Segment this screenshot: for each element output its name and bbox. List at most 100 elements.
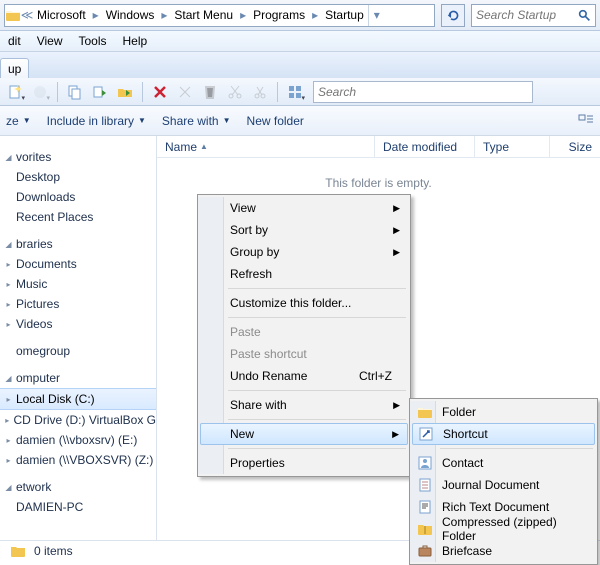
command-bar: ze▼ Include in library▼ Share with▼ New …: [0, 106, 600, 136]
menu-separator: [228, 288, 406, 289]
toolbar-search[interactable]: [313, 81, 533, 103]
menu-item-label: Rich Text Document: [442, 500, 549, 514]
submenu-arrow-icon: ▶: [392, 429, 399, 440]
sidebar-item-pictures[interactable]: ▸Pictures: [0, 294, 156, 314]
menu-item-view[interactable]: View▶: [200, 197, 408, 219]
tool-cut2: [224, 81, 246, 103]
col-size[interactable]: Size: [550, 136, 600, 157]
menu-item-label: Folder: [442, 405, 476, 419]
address-dropdown[interactable]: ▾: [368, 5, 385, 26]
menu-item-folder[interactable]: Folder: [412, 401, 595, 423]
sidebar-item-network-e[interactable]: ▸damien (\\vboxsrv) (E:): [0, 430, 156, 450]
menu-item-new[interactable]: New▶: [200, 423, 408, 445]
tool-macro: ▾: [29, 81, 51, 103]
sidebar-group-homegroup[interactable]: omegroup: [0, 334, 156, 361]
shortcut-label: Ctrl+Z: [359, 369, 392, 383]
menu-item-shortcut[interactable]: Shortcut: [412, 423, 595, 445]
sidebar-item-music[interactable]: ▸Music: [0, 274, 156, 294]
breadcrumb-item[interactable]: Start Menu: [170, 5, 237, 26]
address-bar: ≪ Microsoft ▸ Windows ▸ Start Menu ▸ Pro…: [0, 0, 600, 31]
tool-delete[interactable]: [149, 81, 171, 103]
menu-item-label: Contact: [442, 456, 483, 470]
search-box[interactable]: [471, 4, 596, 27]
tool-shred: [199, 81, 221, 103]
column-headers[interactable]: Name▲ Date modified Type Size: [157, 136, 600, 158]
menu-view[interactable]: View: [29, 31, 71, 51]
sidebar-item-network-z[interactable]: ▸damien (\\VBOXSVR) (Z:): [0, 450, 156, 470]
sidebar-item-documents[interactable]: ▸Documents: [0, 254, 156, 274]
tool-copyto[interactable]: [89, 81, 111, 103]
sidebar-item-recent[interactable]: Recent Places: [0, 207, 156, 227]
refresh-button[interactable]: [441, 4, 465, 27]
sidebar-item-local-disk[interactable]: ▸Local Disk (C:): [0, 388, 156, 410]
sidebar-group-libraries[interactable]: ◢braries: [0, 227, 156, 254]
menu-edit[interactable]: dit: [0, 31, 29, 51]
menu-item-properties[interactable]: Properties: [200, 452, 408, 474]
chevron-left-icon[interactable]: ≪: [21, 5, 33, 26]
view-mode-button[interactable]: [578, 114, 594, 128]
journal-icon: [417, 477, 433, 493]
shortcut-icon: [418, 426, 434, 442]
menu-separator: [228, 390, 406, 391]
toolbar-search-input[interactable]: [318, 85, 528, 99]
sidebar-item-desktop[interactable]: Desktop: [0, 167, 156, 187]
search-icon: [578, 9, 591, 22]
menu-item-label: Shortcut: [443, 427, 488, 441]
sidebar-item-downloads[interactable]: Downloads: [0, 187, 156, 207]
sidebar-item-pc[interactable]: DAMIEN-PC: [0, 497, 156, 517]
submenu-arrow-icon: ▶: [393, 400, 400, 411]
col-name[interactable]: Name▲: [157, 136, 375, 157]
tab-startup[interactable]: up: [0, 58, 29, 78]
sidebar-item-cd-drive[interactable]: ▸CD Drive (D:) VirtualBox G: [0, 410, 156, 430]
tab-strip: up: [0, 52, 600, 78]
menu-item-sort-by[interactable]: Sort by▶: [200, 219, 408, 241]
menu-help[interactable]: Help: [115, 31, 156, 51]
tool-moveto[interactable]: [114, 81, 136, 103]
menu-tools[interactable]: Tools: [70, 31, 114, 51]
menu-item-group-by[interactable]: Group by▶: [200, 241, 408, 263]
cmd-organize[interactable]: ze▼: [6, 114, 31, 128]
breadcrumb-item[interactable]: Programs: [249, 5, 309, 26]
search-input[interactable]: [476, 8, 574, 22]
menu-item-journal-document[interactable]: Journal Document: [412, 474, 595, 496]
sidebar-group-network[interactable]: ◢etwork: [0, 470, 156, 497]
menu-item-briefcase[interactable]: Briefcase: [412, 540, 595, 562]
briefcase-icon: [417, 543, 433, 559]
chevron-right-icon[interactable]: ▸: [90, 5, 102, 26]
breadcrumb-item[interactable]: Startup: [321, 5, 368, 26]
cmd-share-with[interactable]: Share with▼: [162, 114, 231, 128]
sidebar-group-favorites[interactable]: ◢vorites: [0, 140, 156, 167]
breadcrumb-item[interactable]: Windows: [102, 5, 159, 26]
cmd-include-library[interactable]: Include in library▼: [47, 114, 146, 128]
folder-icon: [10, 543, 26, 559]
col-date[interactable]: Date modified: [375, 136, 475, 157]
breadcrumb-box[interactable]: ≪ Microsoft ▸ Windows ▸ Start Menu ▸ Pro…: [4, 4, 435, 27]
chevron-right-icon[interactable]: ▸: [237, 5, 249, 26]
menu-item-customize-this-folder-[interactable]: Customize this folder...: [200, 292, 408, 314]
col-type[interactable]: Type: [475, 136, 550, 157]
tool-new[interactable]: ▾: [4, 81, 26, 103]
sidebar-group-computer[interactable]: ◢omputer: [0, 361, 156, 388]
sidebar-item-videos[interactable]: ▸Videos: [0, 314, 156, 334]
breadcrumb-item[interactable]: Microsoft: [33, 5, 90, 26]
cmd-new-folder[interactable]: New folder: [247, 114, 304, 128]
menu-item-contact[interactable]: Contact: [412, 452, 595, 474]
folder-icon: [5, 5, 21, 26]
menu-item-compressed-zipped-folder[interactable]: Compressed (zipped) Folder: [412, 518, 595, 540]
submenu-arrow-icon: ▶: [393, 225, 400, 236]
chevron-right-icon[interactable]: ▸: [309, 5, 321, 26]
context-menu[interactable]: View▶Sort by▶Group by▶Refresh Customize t…: [197, 194, 411, 477]
navigation-pane[interactable]: ◢vorites Desktop Downloads Recent Places…: [0, 136, 157, 540]
tool-copy[interactable]: [64, 81, 86, 103]
menu-separator: [228, 419, 406, 420]
menu-item-share-with[interactable]: Share with▶: [200, 394, 408, 416]
context-submenu-new[interactable]: Folder Shortcut Contact Journal Document Ric…: [409, 398, 598, 565]
menu-item-paste-shortcut: Paste shortcut: [200, 343, 408, 365]
menu-item-undo-rename[interactable]: Undo RenameCtrl+Z: [200, 365, 408, 387]
menu-separator: [440, 448, 593, 449]
menu-separator: [228, 448, 406, 449]
tool-view[interactable]: ▾: [284, 81, 306, 103]
chevron-right-icon[interactable]: ▸: [158, 5, 170, 26]
toolbar-separator: [142, 82, 143, 102]
menu-item-refresh[interactable]: Refresh: [200, 263, 408, 285]
